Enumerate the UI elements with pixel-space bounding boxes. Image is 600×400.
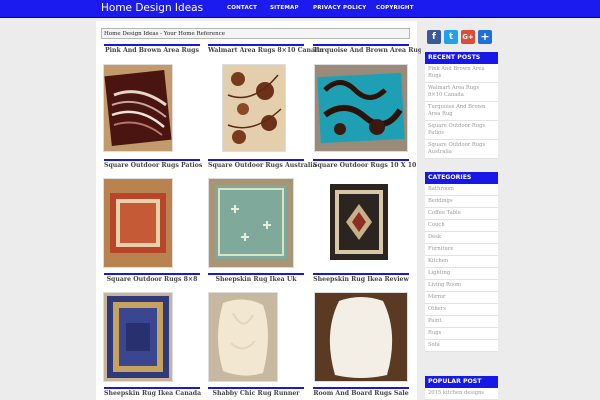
popular-post-heading: POPULAR POST (425, 376, 498, 388)
sheepskin-rug-white-image[interactable] (314, 292, 408, 382)
category-link[interactable]: Rugs (425, 328, 498, 340)
category-link[interactable]: Living Room (425, 280, 498, 292)
recent-post-link[interactable]: Pink And Brown Area Rugs (425, 64, 498, 83)
category-link[interactable]: Coffee Table (425, 208, 498, 220)
floral-beige-rug-image[interactable] (222, 64, 286, 152)
green-dragonfly-rug-image[interactable] (208, 178, 294, 268)
post-card: Turquoise And Brown Area Rug (313, 44, 422, 55)
blue-ornate-rug-image[interactable] (103, 292, 173, 382)
post-card: Square Outdoor Rugs Australia (208, 159, 317, 170)
post-card: Shabby Chic Rug Runner (208, 387, 304, 398)
category-link[interactable]: Others (425, 304, 498, 316)
post-card: Room And Board Rugs Sale (313, 387, 409, 398)
post-card: Square Outdoor Rugs 8×8 (104, 273, 200, 284)
post-title-link[interactable]: Turquoise And Brown Area Rug (313, 47, 422, 55)
recent-post-link[interactable]: Square Outdoor Rugs Australia (425, 140, 498, 159)
nav-privacy-policy[interactable]: PRIVACY POLICY (313, 5, 366, 11)
popular-post-widget: POPULAR POST 2015 kitchen designs (425, 376, 498, 400)
sheepskin-rug-beige-image[interactable] (208, 292, 278, 382)
post-card: Sheepskin Rug Ikea Review (313, 273, 409, 284)
top-navigation-bar (0, 0, 600, 18)
recent-posts-heading: RECENT POSTS (425, 52, 498, 64)
nav-copyright[interactable]: COPYRIGHT (376, 5, 414, 11)
twitter-icon[interactable]: t (444, 30, 458, 44)
categories-heading: CATEGORIES (425, 172, 498, 184)
recent-post-link[interactable]: Turquoise And Brown Area Rug (425, 102, 498, 121)
post-card: Sheepskin Rug Ikea Canada (104, 387, 201, 398)
category-link[interactable]: Bathroom (425, 184, 498, 196)
category-link[interactable]: Mirror (425, 292, 498, 304)
post-card: Pink And Brown Area Rugs (104, 44, 200, 55)
persian-medallion-rug-image[interactable] (326, 178, 392, 266)
post-title-link[interactable]: Sheepskin Rug Ikea Review (313, 276, 409, 284)
post-title-link[interactable]: Square Outdoor Rugs 8×8 (104, 276, 200, 284)
post-title-link[interactable]: Square Outdoor Rugs 10 X 10 (313, 162, 416, 170)
post-title-link[interactable]: Sheepskin Rug Ikea Uk (208, 276, 304, 284)
category-link[interactable]: Sofa (425, 340, 498, 352)
brown-striped-rug-image[interactable] (103, 64, 173, 152)
orange-bordered-rug-image[interactable] (103, 178, 173, 268)
post-title-link[interactable]: Square Outdoor Rugs Australia (208, 162, 317, 170)
category-link[interactable]: Paint (425, 316, 498, 328)
category-link[interactable]: Kitchen (425, 256, 498, 268)
share-icon[interactable]: + (478, 30, 492, 44)
recent-posts-widget: RECENT POSTS Pink And Brown Area Rugs Wa… (425, 52, 498, 159)
turquoise-swirl-rug-image[interactable] (314, 64, 408, 152)
breadcrumb: Home Design Ideas - Your Home Reference (101, 28, 410, 39)
post-title-link[interactable]: Room And Board Rugs Sale (313, 390, 409, 398)
nav-contact[interactable]: CONTACT (227, 5, 257, 11)
post-title-link[interactable]: Pink And Brown Area Rugs (104, 47, 200, 55)
categories-widget: CATEGORIES Bathroom Beddings Coffee Tabl… (425, 172, 498, 352)
post-title-link[interactable]: Square Outdoor Rugs Patios (104, 162, 202, 170)
category-link[interactable]: Furniture (425, 244, 498, 256)
facebook-icon[interactable]: f (427, 30, 441, 44)
site-title-link[interactable]: Home Design Ideas (101, 2, 203, 14)
category-link[interactable]: Desk (425, 232, 498, 244)
google-plus-icon[interactable]: G+ (461, 30, 475, 44)
post-card: Sheepskin Rug Ikea Uk (208, 273, 304, 284)
category-link[interactable]: Lighting (425, 268, 498, 280)
post-card: Walmart Area Rugs 8×10 Canada (208, 44, 323, 55)
post-title-link[interactable]: Walmart Area Rugs 8×10 Canada (208, 47, 323, 55)
post-card: Square Outdoor Rugs 10 X 10 (313, 159, 416, 170)
recent-post-link[interactable]: Walmart Area Rugs 8×10 Canada (425, 83, 498, 102)
popular-post-link[interactable]: 2015 kitchen designs (425, 388, 498, 400)
post-title-link[interactable]: Shabby Chic Rug Runner (208, 390, 304, 398)
post-title-link[interactable]: Sheepskin Rug Ikea Canada (104, 390, 201, 398)
nav-sitemap[interactable]: SITEMAP (270, 5, 299, 11)
post-card: Square Outdoor Rugs Patios (104, 159, 202, 170)
category-link[interactable]: Beddings (425, 196, 498, 208)
category-link[interactable]: Couch (425, 220, 498, 232)
recent-post-link[interactable]: Square Outdoor Rugs Patios (425, 121, 498, 140)
